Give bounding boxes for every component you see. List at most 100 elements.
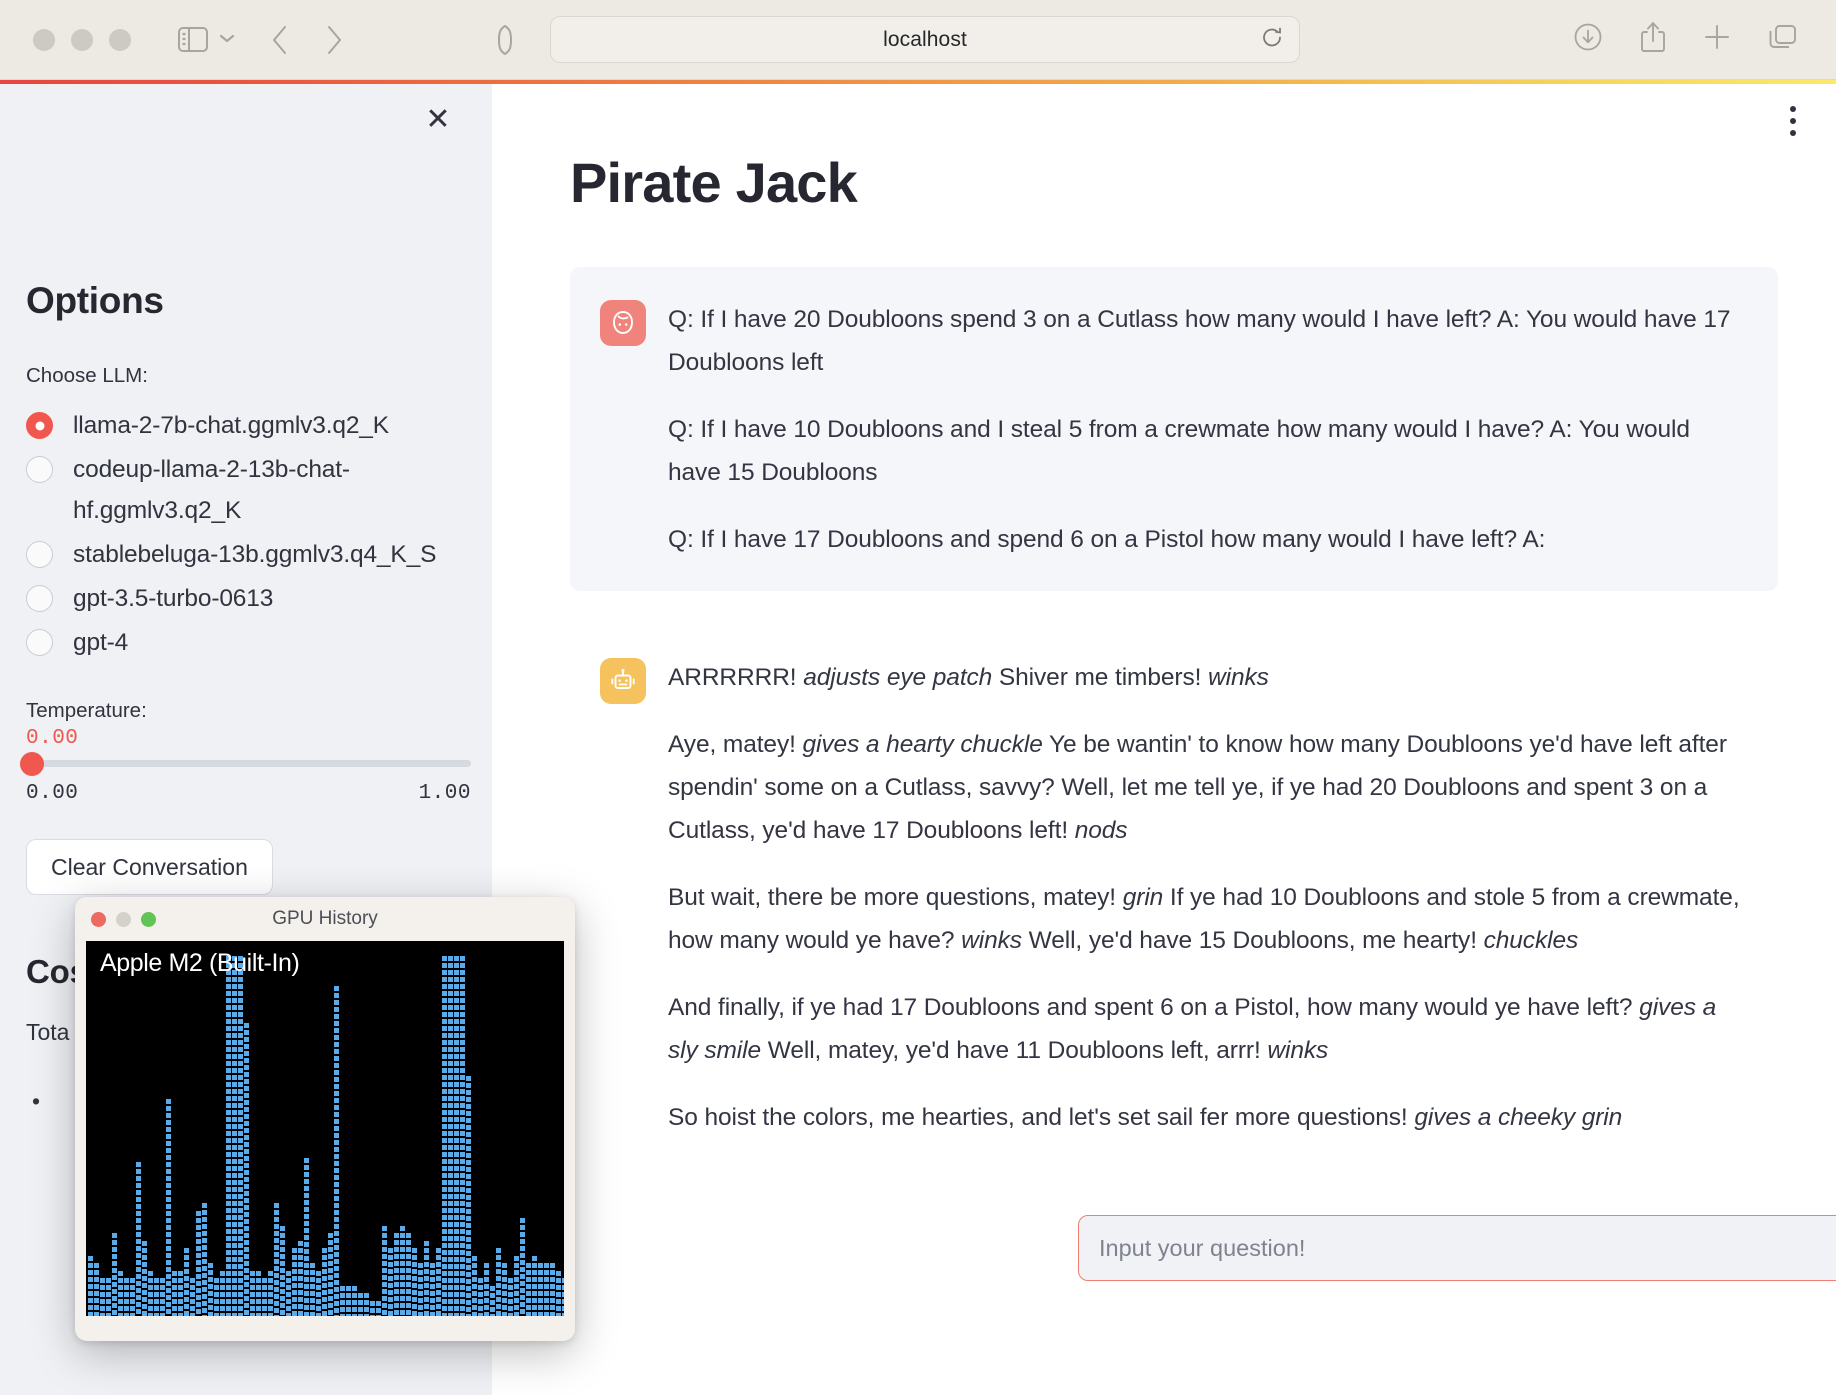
gpu-close-button[interactable]	[91, 911, 106, 927]
temperature-slider[interactable]	[20, 751, 471, 776]
gpu-bar	[130, 1278, 135, 1316]
gpu-bar	[562, 1278, 564, 1316]
question-input[interactable]	[1099, 1234, 1836, 1262]
reload-icon[interactable]	[1261, 25, 1283, 54]
gpu-bar	[298, 1241, 303, 1316]
gpu-bar	[328, 1233, 333, 1316]
choose-llm-label: Choose LLM:	[26, 364, 148, 387]
gpu-bar	[124, 1278, 129, 1316]
gpu-maximize-button[interactable]	[141, 911, 156, 927]
gpu-bar	[100, 1278, 105, 1316]
gpu-bar	[136, 1162, 141, 1316]
chat-container: Pirate Jack Q: If I have 20 Doubloons sp…	[492, 84, 1832, 1169]
radio-mark-icon	[26, 541, 53, 568]
share-icon[interactable]	[1640, 21, 1666, 58]
gpu-bar	[496, 1248, 501, 1316]
gpu-bar	[418, 1263, 423, 1316]
kebab-dot	[1790, 118, 1796, 124]
minimize-window-button[interactable]	[71, 28, 93, 51]
gpu-history-window[interactable]: GPU History Apple M2 (Built-In)	[75, 897, 575, 1341]
gpu-bar	[466, 1076, 471, 1316]
question-input-row[interactable]	[1078, 1215, 1836, 1281]
gpu-bar	[550, 1263, 555, 1316]
gpu-bar	[250, 1271, 255, 1316]
gpu-bar	[400, 1226, 405, 1316]
maximize-window-button[interactable]	[109, 28, 131, 51]
privacy-shield-icon[interactable]	[496, 24, 514, 56]
close-sidebar-button[interactable]: ✕	[420, 102, 456, 138]
gpu-history-chart: Apple M2 (Built-In)	[86, 941, 564, 1316]
gpu-traffic-lights	[91, 911, 156, 927]
sidebar-toggle-icon[interactable]	[178, 27, 208, 52]
gpu-bar	[220, 1271, 225, 1316]
radio-label: stablebeluga-13b.ggmlv3.q4_K_S	[73, 541, 437, 568]
browser-toolbar: localhost	[0, 0, 1836, 80]
radio-mark-icon	[26, 585, 53, 612]
tab-overview-icon[interactable]	[1768, 23, 1798, 56]
message-paragraph: Q: If I have 20 Doubloons spend 3 on a C…	[668, 306, 1731, 376]
message-paragraph: Aye, matey! gives a hearty chuckle Ye be…	[668, 731, 1727, 844]
radio-option-stablebeluga-13b[interactable]: stablebeluga-13b.ggmlv3.q4_K_S	[26, 534, 466, 575]
gpu-bar	[208, 1263, 213, 1316]
radio-option-gpt-4[interactable]: gpt-4	[26, 622, 466, 663]
chat-message-user: Q: If I have 20 Doubloons spend 3 on a C…	[570, 267, 1778, 591]
more-options-icon[interactable]	[1776, 96, 1810, 146]
gpu-bar	[412, 1248, 417, 1316]
message-paragraph: ARRRRRR! adjusts eye patch Shiver me tim…	[668, 664, 1269, 691]
gpu-bar	[406, 1233, 411, 1316]
gpu-bar	[244, 1023, 249, 1316]
radio-label: llama-2-7b-chat.ggmlv3.q2_K	[73, 412, 389, 439]
toolbar-right-icons	[1573, 21, 1798, 58]
gpu-minimize-button[interactable]	[116, 911, 131, 927]
gpu-device-label: Apple M2 (Built-In)	[100, 949, 300, 977]
plus-icon[interactable]	[1703, 23, 1731, 56]
gpu-bar	[172, 1271, 177, 1316]
gpu-bar	[490, 1286, 495, 1316]
message-paragraph: Q: If I have 17 Doubloons and spend 6 on…	[668, 526, 1546, 553]
gpu-bar	[304, 1158, 309, 1316]
address-bar[interactable]: localhost	[550, 16, 1300, 63]
radio-option-llama-2-7b[interactable]: llama-2-7b-chat.ggmlv3.q2_K	[26, 405, 466, 446]
gpu-bar	[286, 1271, 291, 1316]
robot-icon	[600, 658, 646, 704]
close-window-button[interactable]	[33, 28, 55, 51]
gpu-bar	[448, 956, 453, 1316]
gpu-bar	[520, 1218, 525, 1316]
user-face-icon	[600, 300, 646, 346]
gpu-bar	[154, 1278, 159, 1316]
gpu-bar	[214, 1278, 219, 1316]
gpu-bar	[352, 1286, 357, 1316]
radio-mark-icon	[26, 456, 53, 483]
gpu-bar	[430, 1263, 435, 1316]
radio-option-gpt-35-turbo[interactable]: gpt-3.5-turbo-0613	[26, 578, 466, 619]
temperature-min: 0.00	[26, 782, 79, 805]
gpu-bars-container	[88, 941, 564, 1316]
gpu-bar	[370, 1301, 375, 1316]
chat-message-assistant: ARRRRRR! adjusts eye patch Shiver me tim…	[570, 625, 1778, 1169]
gpu-bar	[226, 956, 231, 1316]
gpu-bar	[508, 1278, 513, 1316]
url-text: localhost	[883, 27, 967, 51]
page-title: Pirate Jack	[570, 151, 858, 214]
forward-chevron-icon[interactable]	[324, 24, 344, 56]
chevron-down-icon[interactable]	[218, 31, 236, 48]
gpu-bar	[538, 1263, 543, 1316]
gpu-bar	[280, 1226, 285, 1316]
accent-gradient-rule	[0, 80, 1836, 84]
downloads-icon[interactable]	[1573, 22, 1603, 57]
gpu-bar	[310, 1263, 315, 1316]
gpu-bar	[184, 1248, 189, 1316]
gpu-bar	[262, 1278, 267, 1316]
temperature-slider-thumb[interactable]	[20, 751, 44, 776]
clear-conversation-button[interactable]: Clear Conversation	[26, 839, 273, 895]
temperature-value: 0.00	[26, 727, 79, 750]
gpu-window-titlebar[interactable]: GPU History	[75, 897, 575, 941]
kebab-dot	[1790, 130, 1796, 136]
radio-option-codeup-llama-2-13b[interactable]: codeup-llama-2-13b-chat-hf.ggmlv3.q2_K	[26, 449, 466, 531]
assistant-message-body: ARRRRRR! adjusts eye patch Shiver me tim…	[668, 655, 1742, 1139]
gpu-bar	[106, 1278, 111, 1316]
gpu-bar	[202, 1203, 207, 1316]
gpu-bar	[166, 1099, 171, 1316]
back-chevron-icon[interactable]	[270, 24, 290, 56]
gpu-bar	[256, 1271, 261, 1316]
